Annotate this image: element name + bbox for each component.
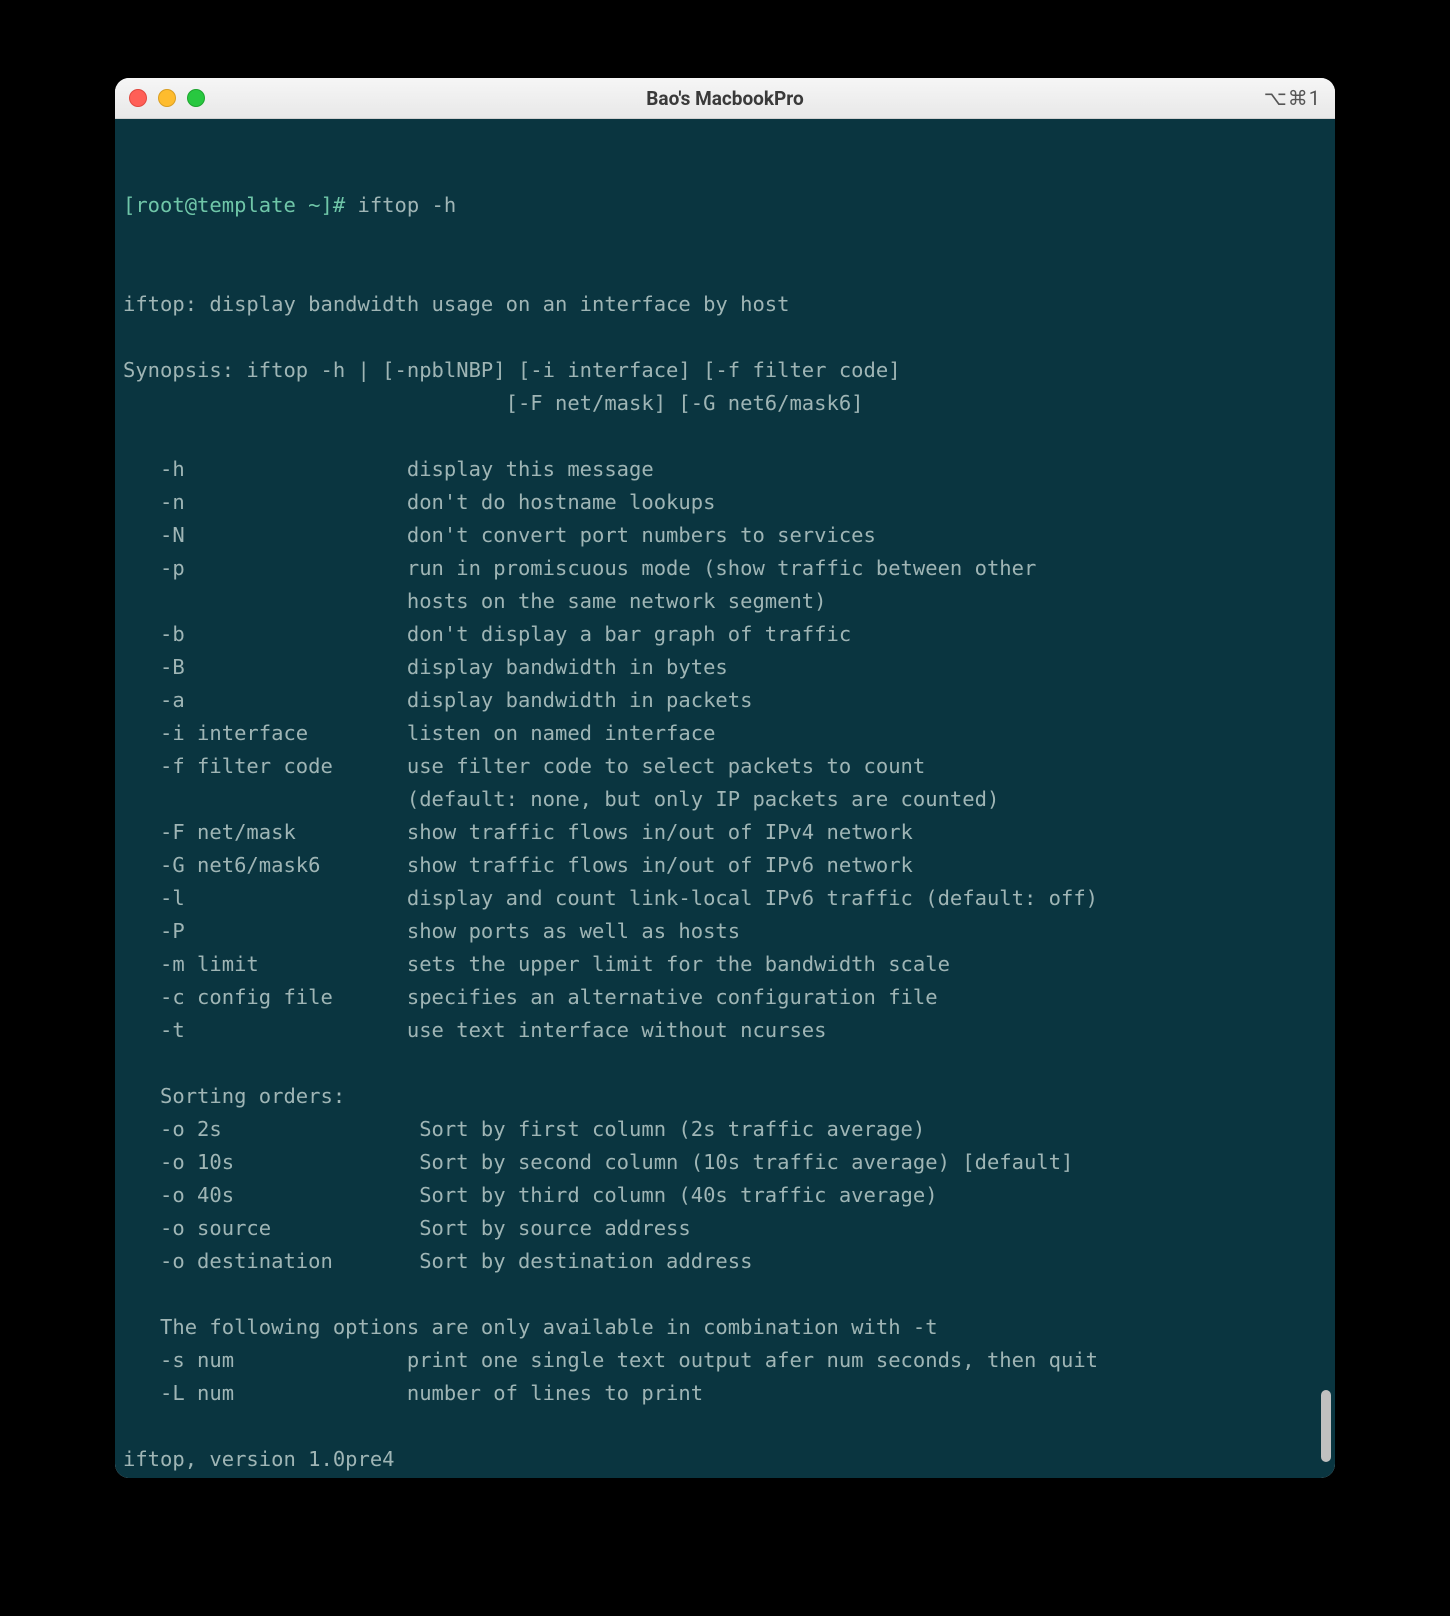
output-line: -s num print one single text output afer… <box>123 1344 1329 1377</box>
output-line: hosts on the same network segment) <box>123 585 1329 618</box>
output-line: -N don't convert port numbers to service… <box>123 519 1329 552</box>
output-line: -o 2s Sort by first column (2s traffic a… <box>123 1113 1329 1146</box>
window-title: Bao's MacbookPro <box>115 87 1335 110</box>
output-line: -b don't display a bar graph of traffic <box>123 618 1329 651</box>
close-button[interactable] <box>129 89 147 107</box>
shell-prompt: [root@template ~]# <box>123 193 358 217</box>
output-line: -o destination Sort by destination addre… <box>123 1245 1329 1278</box>
output-line: -c config file specifies an alternative … <box>123 981 1329 1014</box>
output-line: iftop: display bandwidth usage on an int… <box>123 288 1329 321</box>
output-line: copyright (c) 2002 Paul Warren <pdw@ex-p… <box>123 1476 1329 1478</box>
terminal-window: Bao's MacbookPro ⌥⌘1 [root@template ~]# … <box>115 78 1335 1478</box>
terminal-viewport[interactable]: [root@template ~]# iftop -h iftop: displ… <box>115 119 1335 1478</box>
output-line: -m limit sets the upper limit for the ba… <box>123 948 1329 981</box>
output-line: iftop, version 1.0pre4 <box>123 1443 1329 1476</box>
window-shortcut: ⌥⌘1 <box>1264 86 1321 110</box>
command-line-1: [root@template ~]# iftop -h <box>123 189 1329 222</box>
output-line: -f filter code use filter code to select… <box>123 750 1329 783</box>
output-line <box>123 321 1329 354</box>
output-line: -t use text interface without ncurses <box>123 1014 1329 1047</box>
output-line: -L num number of lines to print <box>123 1377 1329 1410</box>
output-line: Synopsis: iftop -h | [-npblNBP] [-i inte… <box>123 354 1329 387</box>
output-line: Sorting orders: <box>123 1080 1329 1113</box>
output-line: -P show ports as well as hosts <box>123 915 1329 948</box>
output-line: -i interface listen on named interface <box>123 717 1329 750</box>
scrollbar-thumb[interactable] <box>1321 1390 1331 1462</box>
command-text: iftop -h <box>358 193 457 217</box>
output-line: -l display and count link-local IPv6 tra… <box>123 882 1329 915</box>
output-line: -B display bandwidth in bytes <box>123 651 1329 684</box>
output-line <box>123 1278 1329 1311</box>
output-line: (default: none, but only IP packets are … <box>123 783 1329 816</box>
output-line: -a display bandwidth in packets <box>123 684 1329 717</box>
output-line: -F net/mask show traffic flows in/out of… <box>123 816 1329 849</box>
titlebar[interactable]: Bao's MacbookPro ⌥⌘1 <box>115 78 1335 119</box>
minimize-button[interactable] <box>158 89 176 107</box>
output-line: -o 40s Sort by third column (40s traffic… <box>123 1179 1329 1212</box>
output-line: [-F net/mask] [-G net6/mask6] <box>123 387 1329 420</box>
output-line: -o source Sort by source address <box>123 1212 1329 1245</box>
output-line <box>123 1410 1329 1443</box>
output-line <box>123 420 1329 453</box>
output-line: -G net6/mask6 show traffic flows in/out … <box>123 849 1329 882</box>
zoom-button[interactable] <box>187 89 205 107</box>
output-line: -o 10s Sort by second column (10s traffi… <box>123 1146 1329 1179</box>
traffic-lights <box>129 89 205 107</box>
output-line: -p run in promiscuous mode (show traffic… <box>123 552 1329 585</box>
command-output: iftop: display bandwidth usage on an int… <box>123 288 1329 1478</box>
output-line: -h display this message <box>123 453 1329 486</box>
output-line: -n don't do hostname lookups <box>123 486 1329 519</box>
output-line <box>123 1047 1329 1080</box>
output-line: The following options are only available… <box>123 1311 1329 1344</box>
